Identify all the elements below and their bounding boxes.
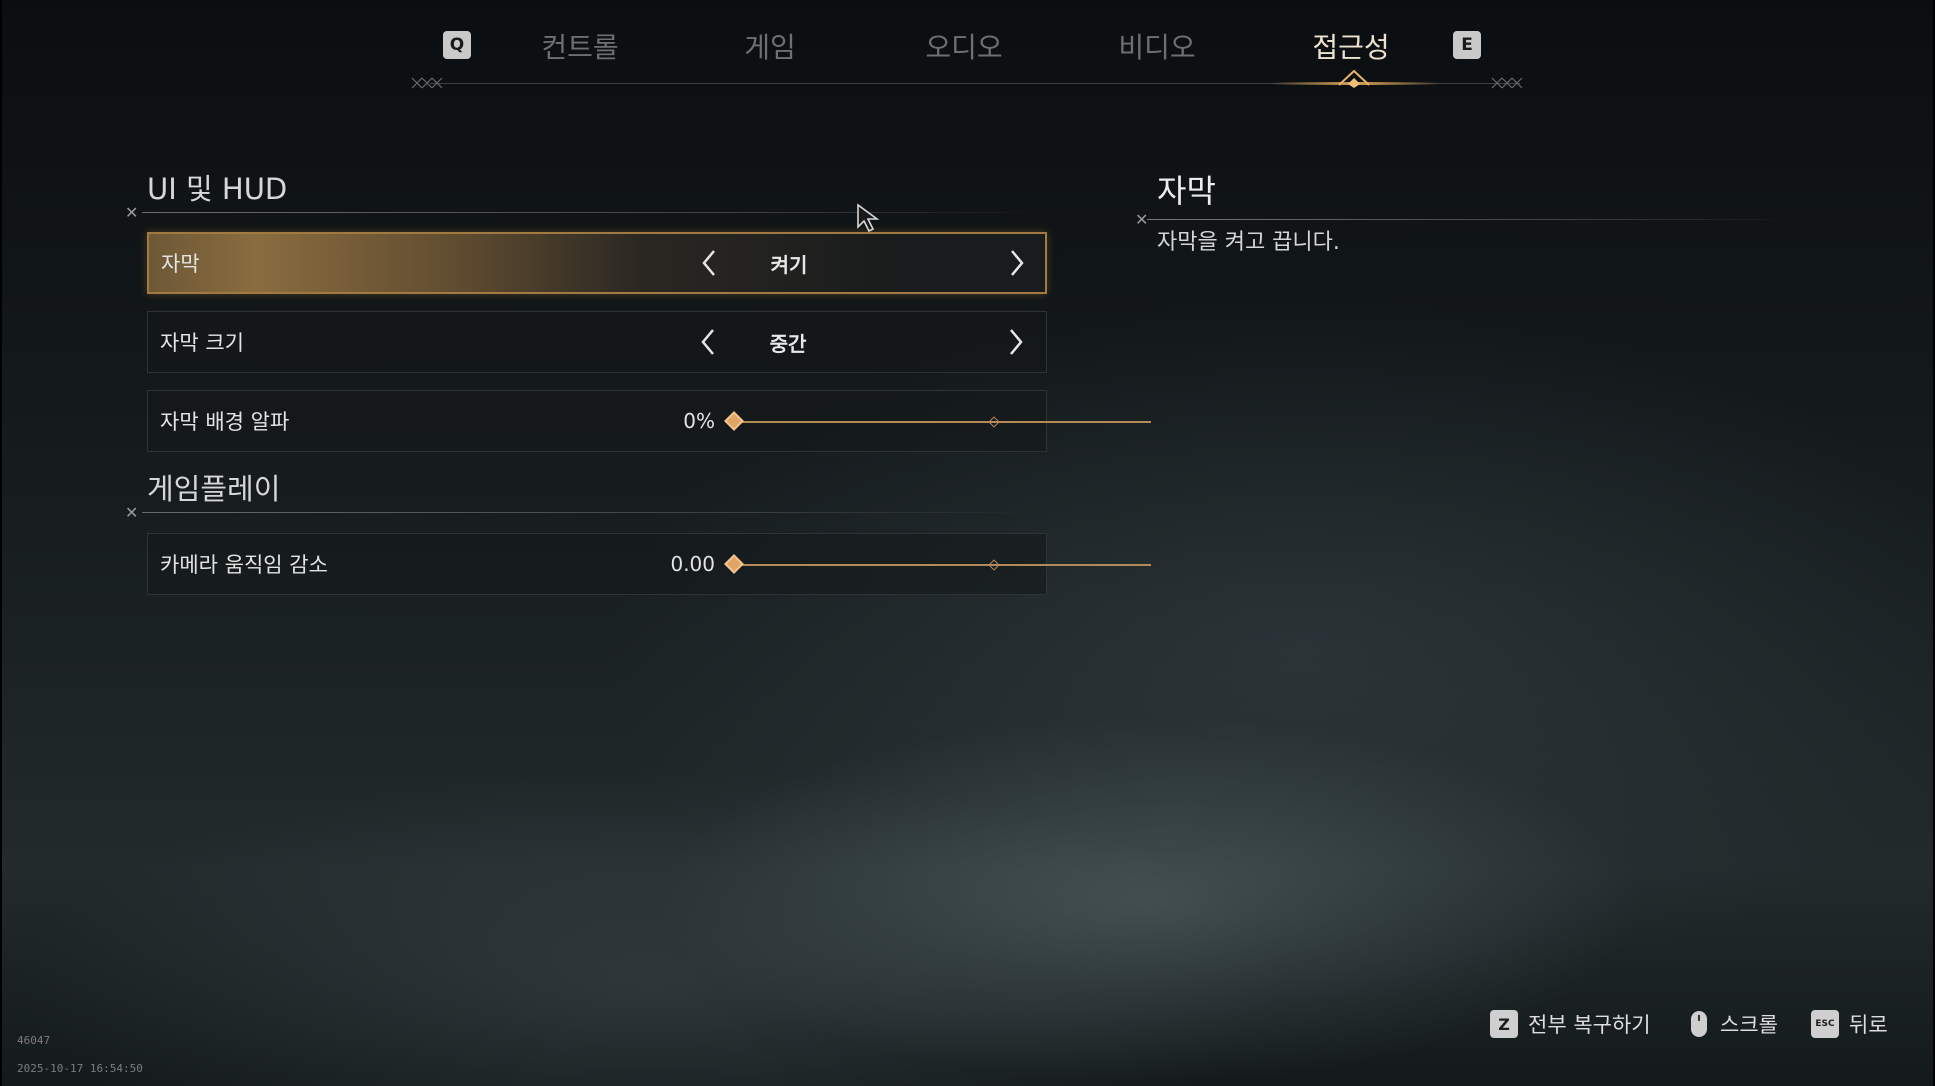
setting-value: 켜기 [770,252,808,277]
section-title-gameplay: 게임플레이 [147,472,281,506]
setting-value: 중간 [769,331,807,356]
setting-row-subtitles[interactable]: 자막 켜기 [147,232,1047,294]
z-key-badge: Z [1490,1010,1518,1038]
description-title: 자막 [1157,172,1216,210]
slider-track[interactable] [731,564,1151,566]
slider-value: 0.00 [670,552,715,576]
active-tab-indicator-icon [1338,69,1370,88]
description-divider [1147,219,1797,220]
section-divider [142,512,1052,513]
section-title-ui-hud: UI 및 HUD [147,172,288,206]
scroll-label: 스크롤 [1720,1013,1778,1037]
tab-line-right-ornament [1491,77,1523,89]
next-tab-key[interactable]: E [1453,31,1481,59]
description-text: 자막을 켜고 끕니다. [1157,230,1340,255]
tab-audio[interactable]: 오디오 [904,26,1024,66]
tab-accessibility[interactable]: 접근성 [1291,26,1411,66]
slider-end-icon [988,416,1000,428]
section-line-cross-icon: ✕ [125,203,139,222]
tab-controls[interactable]: 컨트롤 [520,26,640,66]
setting-row-subtitle-bg-alpha[interactable]: 자막 배경 알파 0% [147,390,1151,452]
tab-line-left-ornament [411,77,443,89]
setting-label: 카메라 움직임 감소 [160,553,328,577]
slider-handle[interactable] [724,411,744,431]
setting-label: 자막 [161,252,200,276]
left-edge [0,0,2,1086]
description-line-cross-icon: ✕ [1135,210,1149,229]
slider-value: 0% [683,409,715,433]
section-divider [142,212,1052,213]
setting-row-subtitle-size[interactable]: 자막 크기 중간 [147,311,1047,373]
chevron-right-icon[interactable] [1002,234,1032,292]
esc-key-badge: ESC [1811,1010,1839,1038]
section-line-cross-icon: ✕ [125,503,139,522]
setting-row-reduce-camera-motion[interactable]: 카메라 움직임 감소 0.00 [147,533,1151,595]
tab-game[interactable]: 게임 [710,26,830,66]
tab-video[interactable]: 비디오 [1097,26,1217,66]
prev-tab-key[interactable]: Q [443,31,471,59]
back-label: 뒤로 [1849,1013,1888,1037]
setting-label: 자막 크기 [160,331,244,355]
reset-all-button[interactable]: Z 전부 복구하기 [1490,1008,1651,1040]
slider-track[interactable] [731,421,1151,423]
reset-all-label: 전부 복구하기 [1528,1013,1651,1037]
back-button[interactable]: ESC 뒤로 [1811,1008,1888,1040]
slider-handle[interactable] [724,554,744,574]
slider-end-icon [988,559,1000,571]
mouse-icon [1691,1011,1707,1037]
capture-timestamp: 2025-10-17 16:54:50 [17,1062,143,1075]
mouse-cursor-icon [857,203,880,233]
build-id: 46047 [17,1034,51,1047]
setting-label: 자막 배경 알파 [160,410,290,434]
chevron-right-icon[interactable] [1001,312,1031,372]
scroll-hint: 스크롤 [1688,1008,1778,1040]
